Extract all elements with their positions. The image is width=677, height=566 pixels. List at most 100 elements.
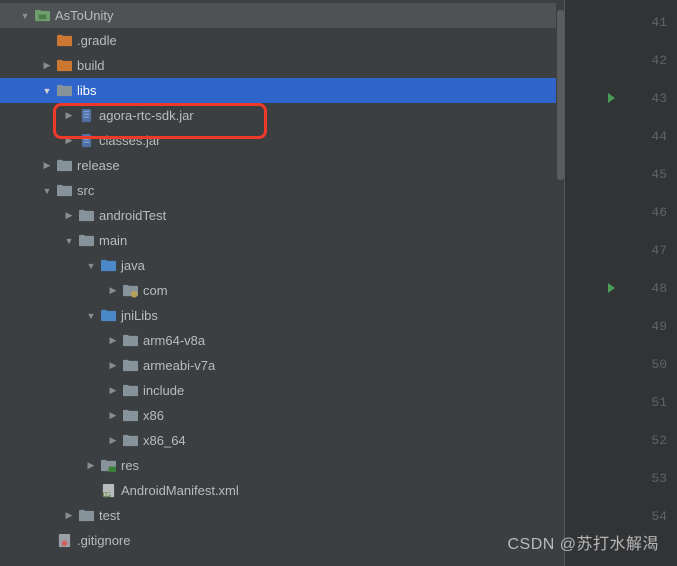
gitignore-icon bbox=[56, 533, 72, 549]
gutter-row[interactable]: 46 bbox=[565, 193, 677, 231]
tree-item-label: build bbox=[77, 58, 104, 73]
gutter-row[interactable]: 45} bbox=[565, 155, 677, 193]
chevron-down-icon[interactable]: ▼ bbox=[40, 186, 54, 196]
chevron-down-icon[interactable]: ▼ bbox=[84, 261, 98, 271]
gutter-row[interactable]: 52 bbox=[565, 421, 677, 459]
chevron-right-icon[interactable]: ▶ bbox=[62, 510, 76, 521]
tree-row-androidtest[interactable]: ▶ androidTest bbox=[0, 203, 564, 228]
line-number: 49 bbox=[641, 319, 667, 334]
line-number: 48 bbox=[641, 281, 667, 296]
tree-row-release[interactable]: ▶ release bbox=[0, 153, 564, 178]
chevron-right-icon[interactable]: ▶ bbox=[62, 135, 76, 146]
chevron-right-icon[interactable]: ▶ bbox=[84, 460, 98, 471]
gutter-row[interactable]: 42/ bbox=[565, 41, 677, 79]
chevron-right-icon[interactable]: ▶ bbox=[106, 285, 120, 296]
chevron-down-icon[interactable]: ▼ bbox=[40, 86, 54, 96]
editor-gutter: 4142/43t 44 45}4647/48t 49 50 51 52 53 54} bbox=[564, 0, 677, 566]
tree-row-x86[interactable]: ▶ x86 bbox=[0, 403, 564, 428]
tree-row-agora-rtc-sdk-jar[interactable]: ▶ agora-rtc-sdk.jar bbox=[0, 103, 564, 128]
chevron-down-icon[interactable]: ▼ bbox=[62, 236, 76, 246]
gutter-row[interactable]: 53 bbox=[565, 459, 677, 497]
folder-grey-icon bbox=[56, 83, 72, 99]
folder-grey-icon bbox=[56, 158, 72, 174]
chevron-right-icon[interactable]: ▶ bbox=[106, 335, 120, 346]
tree-row-jnilibs[interactable]: ▼ jniLibs bbox=[0, 303, 564, 328]
gutter-row[interactable]: 44 bbox=[565, 117, 677, 155]
tree-row-build[interactable]: ▶ build bbox=[0, 53, 564, 78]
gutter-row[interactable]: 51 bbox=[565, 383, 677, 421]
tree-row-armeabi-v7a[interactable]: ▶ armeabi-v7a bbox=[0, 353, 564, 378]
chevron-down-icon[interactable]: ▼ bbox=[18, 11, 32, 21]
tree-row-test[interactable]: ▶test bbox=[0, 503, 564, 528]
tree-row--gradle[interactable]: .gradle bbox=[0, 28, 564, 53]
tree-item-label: AndroidManifest.xml bbox=[121, 483, 239, 498]
tree-row-java[interactable]: ▼ java bbox=[0, 253, 564, 278]
tree-item-label: java bbox=[121, 258, 145, 273]
line-number: 45 bbox=[641, 167, 667, 182]
tree-item-label: agora-rtc-sdk.jar bbox=[99, 108, 194, 123]
folder-orange-icon bbox=[56, 33, 72, 49]
folder-blue-icon bbox=[100, 308, 116, 324]
tree-row--gitignore[interactable]: .gitignore bbox=[0, 528, 564, 553]
tree-row-x86-64[interactable]: ▶x86_64 bbox=[0, 428, 564, 453]
project-tree-panel[interactable]: ▼AsToUnity .gradle ▶ build ▼libs ▶ agora-rtc-s… bbox=[0, 0, 564, 566]
jar-icon bbox=[78, 133, 94, 149]
folder-grey-icon bbox=[122, 408, 138, 424]
tree-row-classes-jar[interactable]: ▶classes.jar bbox=[0, 128, 564, 153]
line-number: 44 bbox=[641, 129, 667, 144]
folder-grey-icon bbox=[56, 183, 72, 199]
gutter-row[interactable]: 41 bbox=[565, 3, 677, 41]
folder-grey-icon bbox=[122, 383, 138, 399]
line-number: 47 bbox=[641, 243, 667, 258]
chevron-right-icon[interactable]: ▶ bbox=[106, 385, 120, 396]
tree-row-astounity[interactable]: ▼AsToUnity bbox=[0, 3, 564, 28]
line-number: 54 bbox=[641, 509, 667, 524]
line-number: 50 bbox=[641, 357, 667, 372]
tree-item-label: arm64-v8a bbox=[143, 333, 205, 348]
tree-row-include[interactable]: ▶include bbox=[0, 378, 564, 403]
tree-row-src[interactable]: ▼src bbox=[0, 178, 564, 203]
chevron-right-icon[interactable]: ▶ bbox=[40, 60, 54, 71]
run-marker-icon[interactable] bbox=[608, 283, 615, 293]
line-number: 52 bbox=[641, 433, 667, 448]
folder-grey-icon bbox=[122, 333, 138, 349]
tree-row-main[interactable]: ▼main bbox=[0, 228, 564, 253]
scrollbar-thumb[interactable] bbox=[557, 10, 564, 180]
tree-item-label: jniLibs bbox=[121, 308, 158, 323]
run-marker-icon[interactable] bbox=[608, 93, 615, 103]
tree-row-libs[interactable]: ▼libs bbox=[0, 78, 564, 103]
tree-item-label: release bbox=[77, 158, 120, 173]
gutter-row[interactable]: 49 bbox=[565, 307, 677, 345]
tree-row-arm64-v8a[interactable]: ▶ arm64-v8a bbox=[0, 328, 564, 353]
gutter-row[interactable]: 43t bbox=[565, 79, 677, 117]
tree-item-label: res bbox=[121, 458, 139, 473]
line-number: 53 bbox=[641, 471, 667, 486]
module-root-icon bbox=[34, 8, 50, 24]
folder-res-icon bbox=[100, 458, 116, 474]
tree-item-label: androidTest bbox=[99, 208, 166, 223]
tree-row-com[interactable]: ▶com bbox=[0, 278, 564, 303]
tree-item-label: armeabi-v7a bbox=[143, 358, 215, 373]
gutter-row[interactable]: 48t bbox=[565, 269, 677, 307]
chevron-right-icon[interactable]: ▶ bbox=[106, 410, 120, 421]
tree-row-androidmanifest-xml[interactable]: MF AndroidManifest.xml bbox=[0, 478, 564, 503]
tree-item-label: x86 bbox=[143, 408, 164, 423]
chevron-right-icon[interactable]: ▶ bbox=[106, 435, 120, 446]
chevron-right-icon[interactable]: ▶ bbox=[40, 160, 54, 171]
svg-text:MF: MF bbox=[103, 492, 110, 497]
chevron-right-icon[interactable]: ▶ bbox=[62, 210, 76, 221]
folder-grey-icon bbox=[122, 358, 138, 374]
chevron-right-icon[interactable]: ▶ bbox=[62, 110, 76, 121]
line-number: 43 bbox=[641, 91, 667, 106]
gutter-row[interactable]: 54} bbox=[565, 497, 677, 535]
chevron-down-icon[interactable]: ▼ bbox=[84, 311, 98, 321]
gutter-row[interactable]: 50 bbox=[565, 345, 677, 383]
folder-grey-icon bbox=[78, 208, 94, 224]
package-icon bbox=[122, 283, 138, 299]
gutter-row[interactable]: 47/ bbox=[565, 231, 677, 269]
tree-item-label: .gradle bbox=[77, 33, 117, 48]
tree-row-res[interactable]: ▶ res bbox=[0, 453, 564, 478]
folder-grey-icon bbox=[78, 233, 94, 249]
chevron-right-icon[interactable]: ▶ bbox=[106, 360, 120, 371]
line-number: 42 bbox=[641, 53, 667, 68]
